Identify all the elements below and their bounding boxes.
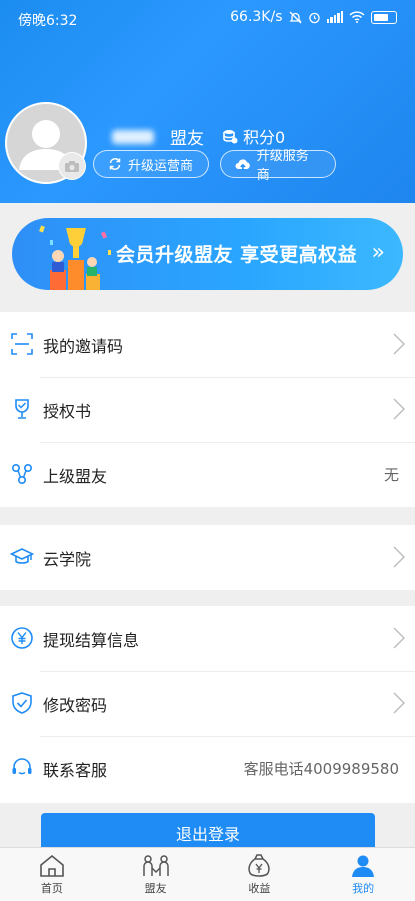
user-icon	[352, 855, 375, 877]
trophy-icon	[15, 399, 29, 419]
alarm-icon	[308, 12, 320, 23]
chevron-right-icon	[393, 692, 405, 714]
battery-icon	[371, 10, 397, 24]
upgrade-service-label: 升级服务商	[256, 149, 309, 183]
menu-item-invite-code[interactable]: 我的邀请码	[0, 312, 415, 377]
menu-item-authorization[interactable]: 授权书	[0, 377, 415, 442]
money-bag-icon	[248, 854, 271, 877]
invite-code-label: 我的邀请码	[43, 337, 124, 356]
wifi-icon	[349, 11, 365, 23]
graduation-cap-icon	[10, 548, 34, 564]
customer-service-phone[interactable]: 客服电话4009989580	[244, 758, 399, 779]
chevron-right-icon	[393, 333, 405, 355]
tab-friends-label: 盟友	[144, 882, 167, 895]
authorization-label: 授权书	[43, 402, 92, 421]
superior-value: 无	[383, 466, 399, 484]
academy-label: 云学院	[43, 550, 92, 569]
scan-icon	[11, 333, 33, 355]
yen-circle-icon	[11, 627, 33, 649]
friends-icon	[142, 855, 169, 876]
camera-icon[interactable]	[58, 152, 86, 180]
tab-home-label: 首页	[40, 882, 63, 895]
tab-earnings-label: 收益	[248, 882, 271, 895]
status-time: 傍晚6:32	[18, 13, 78, 29]
chevron-right-icon	[393, 627, 405, 649]
refresh-icon	[109, 158, 121, 170]
menu-section-account: 我的邀请码 授权书 上级盟友 无	[0, 312, 415, 507]
upgrade-operator-label: 升级运营商	[128, 158, 194, 174]
network-speed: 66.3K/s	[230, 9, 283, 25]
member-level: 盟友	[170, 129, 204, 149]
tab-mine[interactable]: 我的	[311, 848, 415, 901]
menu-item-change-password[interactable]: 修改密码	[0, 671, 415, 736]
upgrade-banner[interactable]: 会员升级盟友 享受更高权益 »	[12, 218, 403, 290]
network-icon	[11, 463, 33, 485]
customer-service-label: 联系客服	[43, 761, 108, 780]
menu-item-academy[interactable]: 云学院	[0, 525, 415, 590]
menu-section-learning: 云学院	[0, 525, 415, 590]
tab-friends[interactable]: 盟友	[104, 848, 208, 901]
upgrade-service-button[interactable]: 升级服务商	[220, 149, 336, 183]
upgrade-operator-button[interactable]: 升级运营商	[93, 150, 209, 178]
cloud-upload-icon	[235, 158, 250, 170]
change-password-label: 修改密码	[43, 696, 108, 715]
banner-arrow-icon: »	[371, 240, 385, 265]
bottom-tab-bar: 首页 盟友 收益 我的	[0, 847, 415, 901]
tab-mine-label: 我的	[352, 882, 375, 895]
celebration-illustration	[39, 225, 111, 290]
status-bar: 傍晚6:32 66.3K/s	[0, 0, 415, 36]
signal-icon	[326, 11, 343, 23]
coins-icon	[223, 130, 238, 144]
shield-check-icon	[12, 692, 32, 714]
menu-item-withdraw-info[interactable]: 提现结算信息	[0, 606, 415, 671]
chevron-right-icon	[393, 398, 405, 420]
bell-muted-icon	[288, 11, 302, 23]
tab-earnings[interactable]: 收益	[208, 848, 312, 901]
blurred-username	[112, 130, 154, 144]
headset-icon	[12, 758, 32, 775]
superior-label: 上级盟友	[43, 467, 108, 486]
home-icon	[40, 854, 64, 877]
chevron-right-icon	[393, 546, 405, 568]
tab-home[interactable]: 首页	[0, 848, 104, 901]
menu-item-customer-service[interactable]: 联系客服 客服电话4009989580	[0, 736, 415, 801]
menu-item-superior[interactable]: 上级盟友 无	[0, 442, 415, 507]
withdraw-info-label: 提现结算信息	[43, 631, 140, 650]
menu-section-settings: 提现结算信息 修改密码 联系客服 客服电话4009989580	[0, 606, 415, 803]
banner-text: 会员升级盟友 享受更高权益	[116, 244, 358, 266]
